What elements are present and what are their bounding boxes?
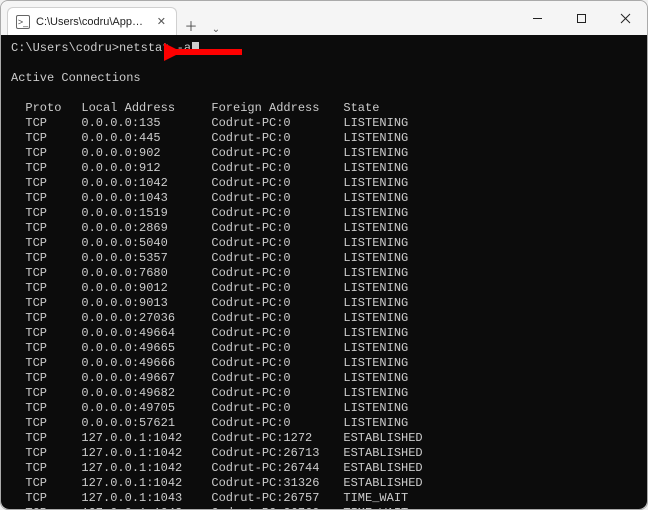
command-text: netstat -a xyxy=(119,41,191,55)
column-headers: ProtoLocal AddressForeign AddressState xyxy=(11,101,637,116)
connection-row: TCP0.0.0.0:49705Codrut-PC:0LISTENING xyxy=(11,401,637,416)
connection-rows: TCP0.0.0.0:135Codrut-PC:0LISTENING TCP0.… xyxy=(11,116,637,509)
connection-row: TCP127.0.0.1:1042Codrut-PC:26713ESTABLIS… xyxy=(11,446,637,461)
connection-row: TCP0.0.0.0:57621Codrut-PC:0LISTENING xyxy=(11,416,637,431)
connection-row: TCP0.0.0.0:5040Codrut-PC:0LISTENING xyxy=(11,236,637,251)
connection-row: TCP127.0.0.1:1043Codrut-PC:26760TIME_WAI… xyxy=(11,506,637,509)
window-controls xyxy=(515,1,647,35)
connection-row: TCP0.0.0.0:1042Codrut-PC:0LISTENING xyxy=(11,176,637,191)
connection-row: TCP0.0.0.0:49667Codrut-PC:0LISTENING xyxy=(11,371,637,386)
new-tab-button[interactable]: ＋ xyxy=(177,16,205,35)
tab-close-icon[interactable]: ✕ xyxy=(155,15,168,28)
cmd-icon: >_ xyxy=(16,15,30,29)
connection-row: TCP0.0.0.0:9012Codrut-PC:0LISTENING xyxy=(11,281,637,296)
cursor xyxy=(192,42,199,55)
connection-row: TCP0.0.0.0:7680Codrut-PC:0LISTENING xyxy=(11,266,637,281)
connection-row: TCP0.0.0.0:2869Codrut-PC:0LISTENING xyxy=(11,221,637,236)
connection-row: TCP0.0.0.0:1043Codrut-PC:0LISTENING xyxy=(11,191,637,206)
col-state: State xyxy=(343,101,379,116)
section-heading: Active Connections xyxy=(11,71,637,86)
connection-row: TCP0.0.0.0:49664Codrut-PC:0LISTENING xyxy=(11,326,637,341)
connection-row: TCP0.0.0.0:445Codrut-PC:0LISTENING xyxy=(11,131,637,146)
tab-menu-chevron-icon[interactable]: ⌄ xyxy=(205,24,227,35)
titlebar-drag-area[interactable] xyxy=(227,1,515,35)
connection-row: TCP0.0.0.0:49682Codrut-PC:0LISTENING xyxy=(11,386,637,401)
connection-row: TCP127.0.0.1:1042Codrut-PC:1272ESTABLISH… xyxy=(11,431,637,446)
prompt-text: C:\Users\codru> xyxy=(11,41,119,55)
connection-row: TCP0.0.0.0:5357Codrut-PC:0LISTENING xyxy=(11,251,637,266)
minimize-button[interactable] xyxy=(515,1,559,35)
connection-row: TCP0.0.0.0:49666Codrut-PC:0LISTENING xyxy=(11,356,637,371)
terminal-output[interactable]: C:\Users\codru>netstat -a Active Connect… xyxy=(1,35,647,509)
connection-row: TCP0.0.0.0:27036Codrut-PC:0LISTENING xyxy=(11,311,637,326)
connection-row: TCP0.0.0.0:135Codrut-PC:0LISTENING xyxy=(11,116,637,131)
tab-title: C:\Users\codru\AppData\Roa xyxy=(36,16,149,28)
maximize-button[interactable] xyxy=(559,1,603,35)
col-foreign: Foreign Address xyxy=(211,101,343,116)
tab-strip: >_ C:\Users\codru\AppData\Roa ✕ ＋ ⌄ xyxy=(1,1,227,35)
terminal-window: >_ C:\Users\codru\AppData\Roa ✕ ＋ ⌄ C:\U… xyxy=(0,0,648,510)
connection-row: TCP0.0.0.0:902Codrut-PC:0LISTENING xyxy=(11,146,637,161)
connection-row: TCP127.0.0.1:1042Codrut-PC:26744ESTABLIS… xyxy=(11,461,637,476)
close-button[interactable] xyxy=(603,1,647,35)
connection-row: TCP127.0.0.1:1043Codrut-PC:26757TIME_WAI… xyxy=(11,491,637,506)
connection-row: TCP0.0.0.0:49665Codrut-PC:0LISTENING xyxy=(11,341,637,356)
titlebar: >_ C:\Users\codru\AppData\Roa ✕ ＋ ⌄ xyxy=(1,1,647,35)
connection-row: TCP0.0.0.0:1519Codrut-PC:0LISTENING xyxy=(11,206,637,221)
tab-active[interactable]: >_ C:\Users\codru\AppData\Roa ✕ xyxy=(7,7,177,35)
connection-row: TCP0.0.0.0:9013Codrut-PC:0LISTENING xyxy=(11,296,637,311)
col-local: Local Address xyxy=(81,101,211,116)
connection-row: TCP0.0.0.0:912Codrut-PC:0LISTENING xyxy=(11,161,637,176)
connection-row: TCP127.0.0.1:1042Codrut-PC:31326ESTABLIS… xyxy=(11,476,637,491)
col-proto: Proto xyxy=(25,101,81,116)
prompt-line: C:\Users\codru>netstat -a xyxy=(11,41,637,56)
